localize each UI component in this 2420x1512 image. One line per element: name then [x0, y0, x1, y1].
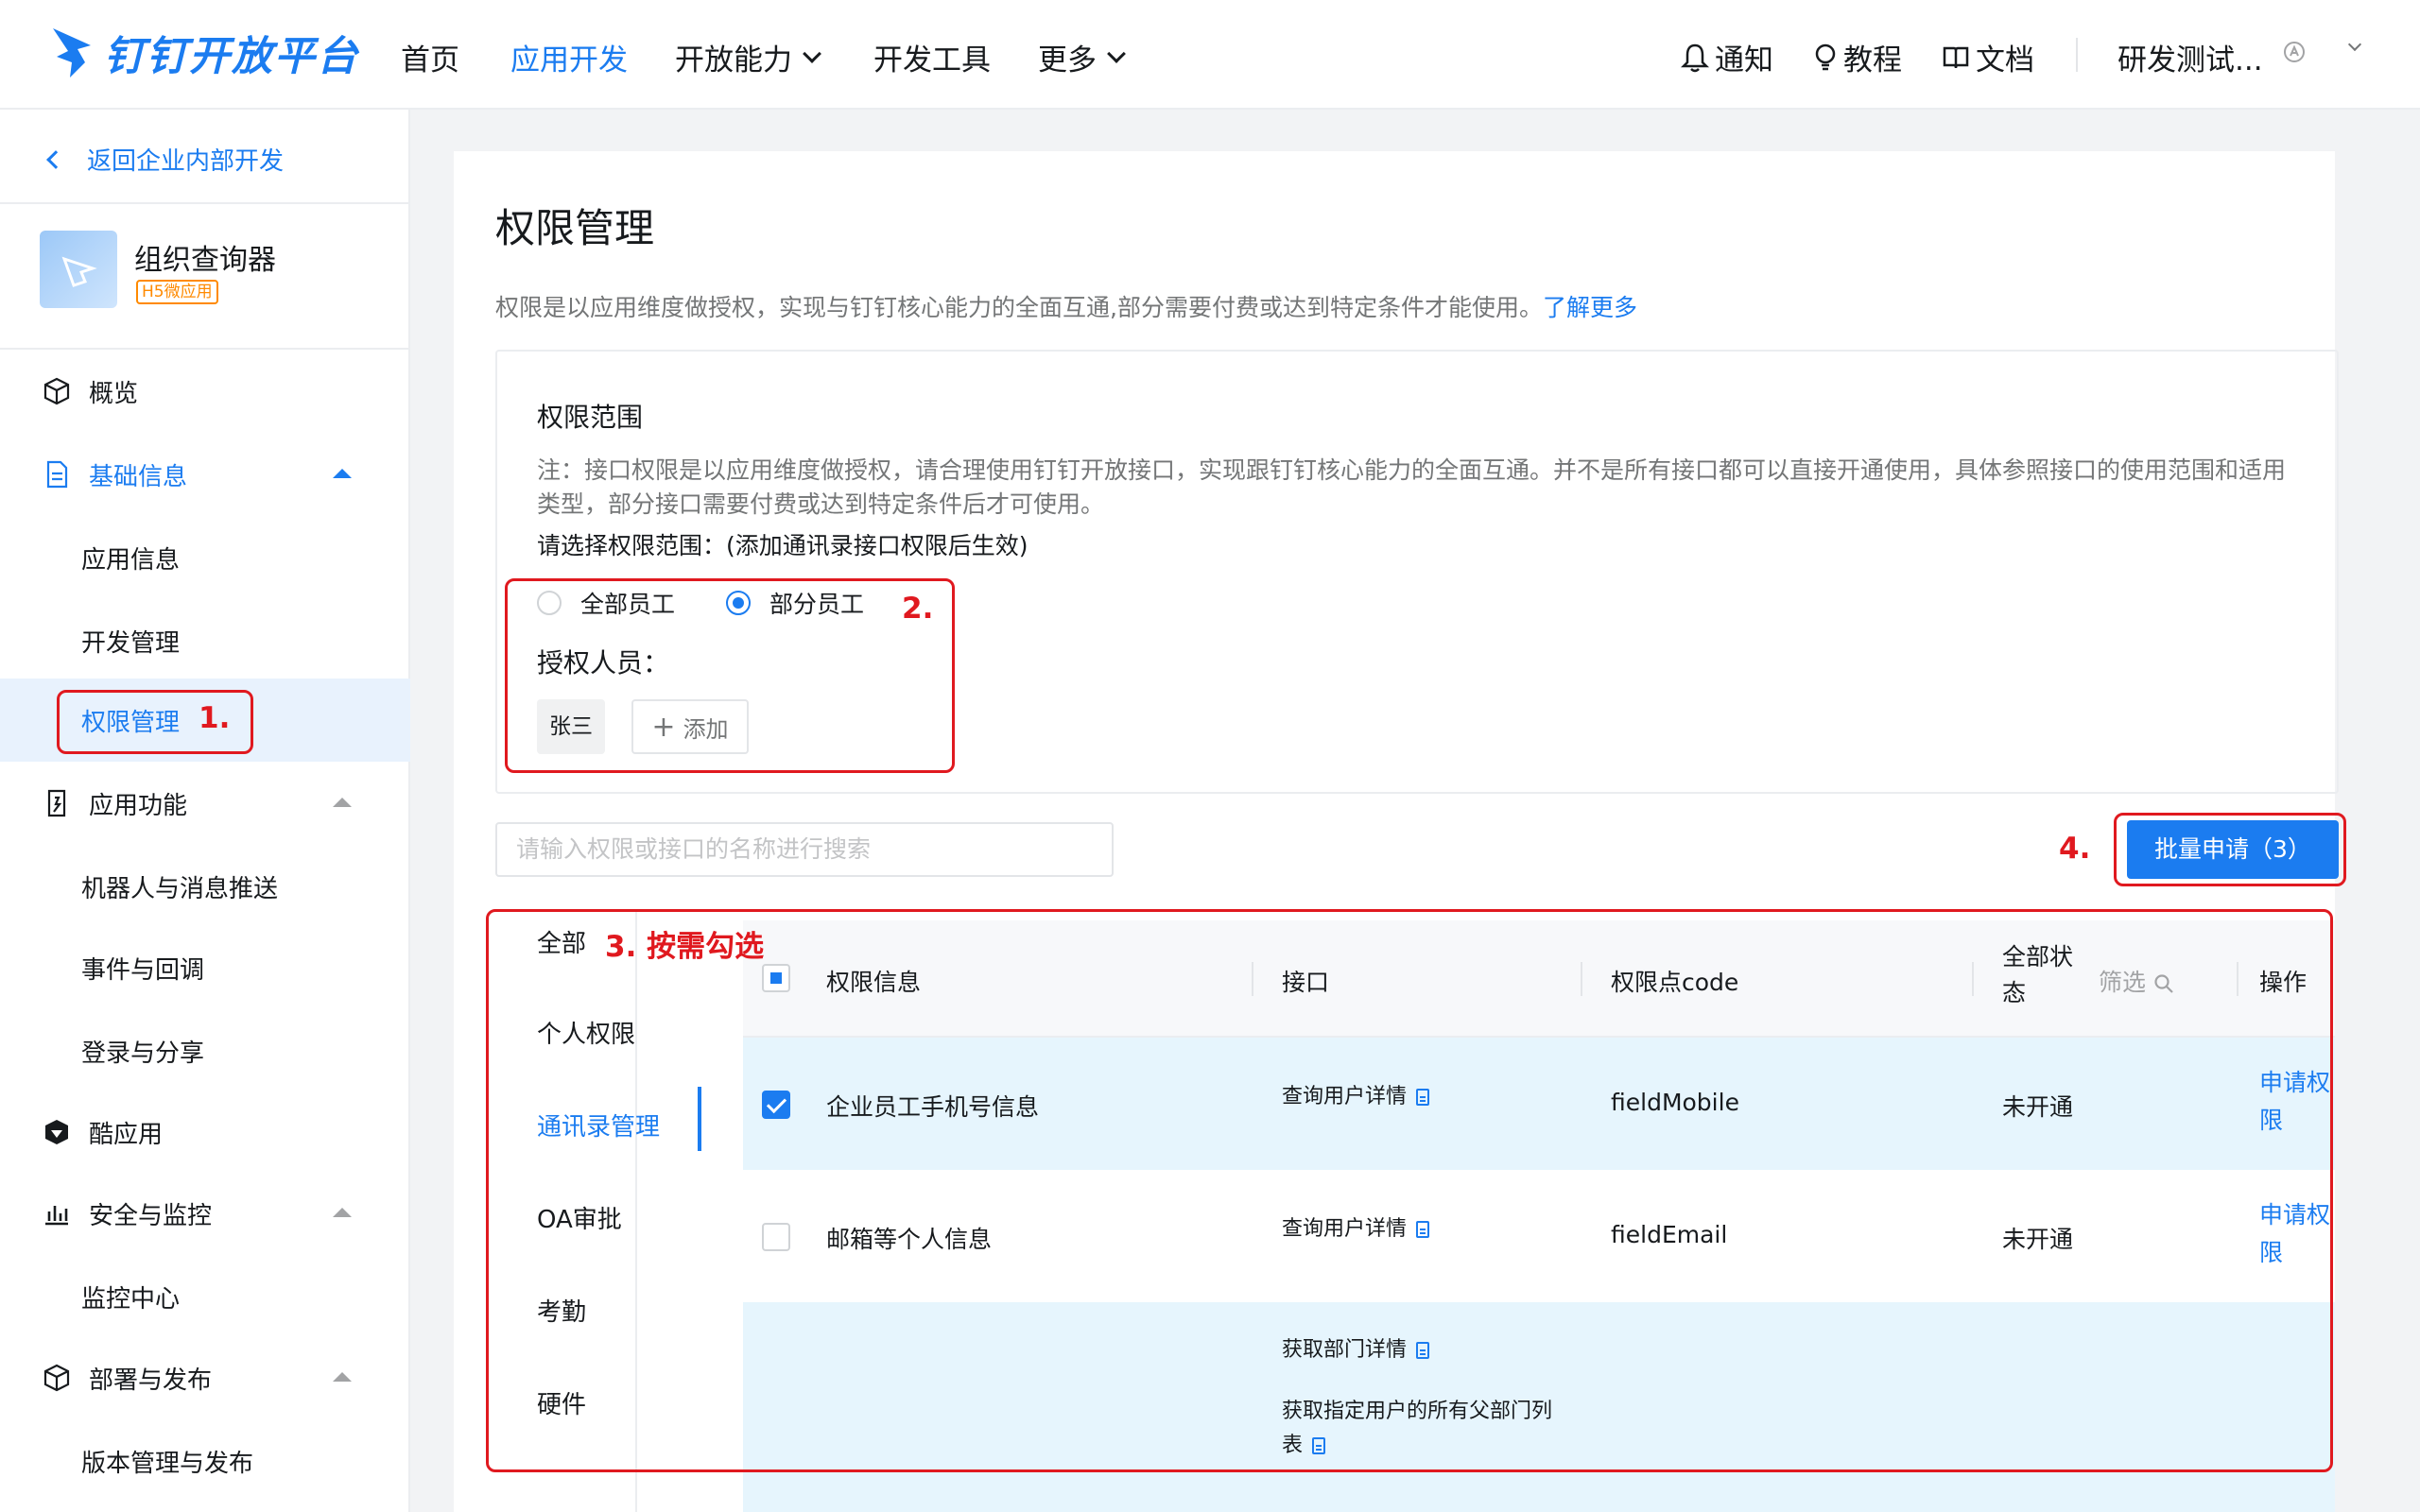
lightbulb-icon	[1815, 43, 1836, 70]
chevron-down-icon	[803, 43, 821, 63]
menu-cool-app[interactable]: 酷应用	[0, 1091, 410, 1174]
divider	[0, 202, 410, 204]
top-nav: 钉钉开放平台 首页 应用开发 开放能力 开发工具 更多 通知 教程 文档 研发测…	[0, 0, 2420, 110]
annotation-label-1: 1.	[199, 701, 231, 735]
scope-question: 请选择权限范围：(添加通讯录接口权限后生效)	[537, 532, 1028, 559]
menu-security-monitor[interactable]: 安全与监控	[0, 1172, 410, 1255]
annotation-label-4: 4.	[2059, 832, 2091, 866]
bar-chart-icon	[45, 1206, 68, 1226]
nav-app-dev[interactable]: 应用开发	[510, 36, 628, 78]
menu-version-release[interactable]: 版本管理与发布	[0, 1419, 410, 1503]
org-switcher[interactable]: 研发测试...	[2118, 36, 2263, 78]
chevron-down-icon[interactable]	[2347, 37, 2362, 52]
menu-overview[interactable]: 概览	[0, 350, 410, 433]
docs-link[interactable]: 文档	[1942, 36, 2034, 78]
book-icon	[1943, 46, 1969, 68]
chevron-left-icon	[46, 149, 65, 169]
annotation-label-3: 3. 按需勾选	[605, 930, 765, 964]
menu-monitor-center[interactable]: 监控中心	[0, 1255, 410, 1338]
caret-up-icon	[333, 798, 352, 807]
nav-home[interactable]: 首页	[401, 36, 459, 78]
brand-name: 钉钉开放平台	[104, 33, 359, 80]
menu-deploy-release[interactable]: 部署与发布	[0, 1336, 410, 1419]
dingtalk-logo-icon	[53, 28, 91, 77]
chevron-down-icon	[1107, 43, 1126, 63]
cube-icon	[43, 377, 70, 405]
menu-app-info[interactable]: 应用信息	[0, 516, 410, 599]
nav-open-capability[interactable]: 开放能力	[675, 36, 821, 78]
scope-title: 权限范围	[537, 402, 644, 433]
nav-divider	[2076, 38, 2078, 72]
avatar-icon[interactable]	[2282, 40, 2307, 64]
caret-up-icon	[333, 1208, 352, 1217]
caret-up-icon	[333, 1372, 352, 1382]
back-link[interactable]: 返回企业内部开发	[46, 142, 284, 177]
annotation-label-2: 2.	[902, 592, 934, 626]
app-name: 组织查询器	[134, 244, 276, 277]
cube-icon	[43, 1364, 70, 1392]
menu-dev-management[interactable]: 开发管理	[0, 599, 410, 682]
brand-logo[interactable]: 钉钉开放平台	[49, 21, 359, 85]
menu-basic-info[interactable]: 基础信息	[0, 433, 410, 516]
menu-robot-push[interactable]: 机器人与消息推送	[0, 845, 410, 928]
permission-search-input[interactable]: 请输入权限或接口的名称进行搜索	[495, 822, 1114, 877]
bell-icon	[1681, 43, 1709, 72]
menu-login-share[interactable]: 登录与分享	[0, 1009, 410, 1092]
nav-dev-tools[interactable]: 开发工具	[873, 36, 991, 78]
app-type-badge: H5微应用	[136, 280, 218, 304]
tutorial-link[interactable]: 教程	[1813, 36, 1902, 78]
nav-more[interactable]: 更多	[1038, 36, 1126, 78]
document-icon	[46, 460, 68, 489]
annotation-box-4	[2114, 813, 2346, 886]
menu-app-features[interactable]: 应用功能	[0, 762, 410, 845]
notify-link[interactable]: 通知	[1681, 36, 1773, 78]
page-title: 权限管理	[495, 205, 655, 251]
phone-bolt-icon	[47, 789, 66, 817]
sidebar: 返回企业内部开发 组织查询器 H5微应用 概览 基础信息 应用信息 开发管理 权…	[0, 110, 410, 1512]
annotation-box-2	[505, 578, 955, 773]
scope-note: 注：接口权限是以应用维度做授权，请合理使用钉钉开放接口，实现跟钉钉核心能力的全面…	[537, 456, 2287, 518]
cool-app-icon	[45, 1120, 68, 1144]
menu-events-callback[interactable]: 事件与回调	[0, 926, 410, 1009]
app-icon	[40, 231, 117, 308]
learn-more-link[interactable]: 了解更多	[1543, 294, 1637, 321]
caret-up-icon	[333, 469, 352, 478]
page-description: 权限是以应用维度做授权，实现与钉钉核心能力的全面互通,部分需要付费或达到特定条件…	[495, 294, 1637, 321]
annotation-box-3	[486, 909, 2333, 1472]
